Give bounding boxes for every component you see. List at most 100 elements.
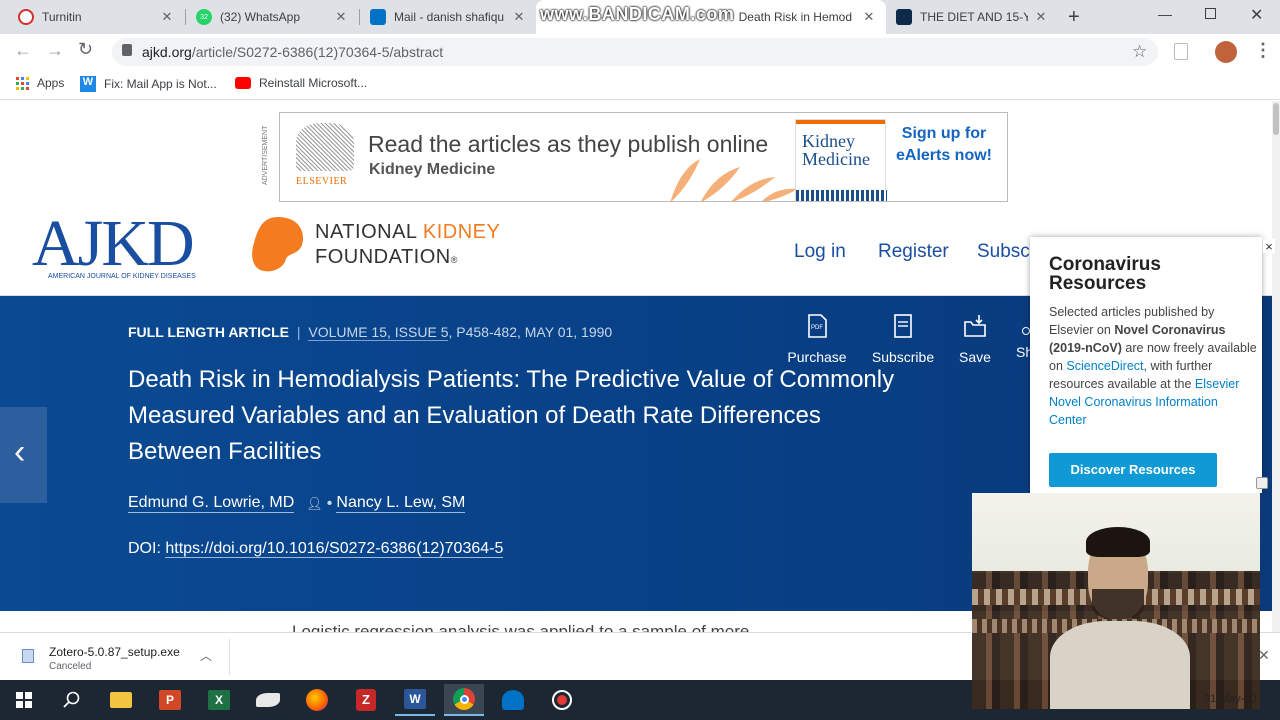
outlook-icon[interactable] bbox=[493, 684, 533, 716]
url-host: ajkd.org bbox=[142, 44, 192, 60]
avatar[interactable] bbox=[1215, 41, 1237, 63]
whatsapp-icon: 32 bbox=[196, 9, 212, 25]
popup-close-icon[interactable]: × bbox=[1263, 239, 1275, 254]
action-label: Save bbox=[959, 349, 991, 365]
nkf-line1: NATIONAL KIDNEY bbox=[315, 221, 500, 244]
address-bar[interactable]: ajkd.org/article/S0272-6386(12)70364-5/a… bbox=[112, 38, 1158, 66]
author-link[interactable]: Nancy L. Lew, SM bbox=[336, 494, 466, 513]
doi-line: DOI: https://doi.org/10.1016/S0272-6386(… bbox=[128, 540, 504, 558]
register-link[interactable]: Register bbox=[878, 241, 949, 263]
bookmark-apps[interactable]: Apps bbox=[16, 76, 64, 90]
ajkd-logo-sub: AMERICAN JOURNAL OF KIDNEY DISEASES bbox=[48, 273, 196, 280]
subscribe-button[interactable]: Subscribe bbox=[870, 314, 936, 365]
bookmark-star-icon[interactable]: ☆ bbox=[1132, 42, 1147, 62]
tab-diet[interactable]: THE DIET AND 15-YE ✕ bbox=[886, 0, 1058, 34]
ad-journal: Kidney Medicine bbox=[369, 161, 496, 178]
leaf-decoration-icon bbox=[670, 159, 798, 201]
discover-resources-button[interactable]: Discover Resources bbox=[1049, 453, 1217, 487]
lock-icon bbox=[122, 44, 132, 56]
new-tab-icon[interactable]: + bbox=[1068, 6, 1080, 29]
scroll-thumb[interactable] bbox=[1273, 103, 1279, 135]
minimize-icon[interactable]: — bbox=[1158, 6, 1172, 22]
app-eagle-icon[interactable] bbox=[248, 684, 288, 716]
nkf-line2: FOUNDATION® bbox=[315, 246, 458, 269]
ad-label: ADVERTISEMENT bbox=[262, 125, 269, 185]
action-label: Subscribe bbox=[871, 349, 935, 365]
save-button[interactable]: Save bbox=[954, 314, 996, 365]
reader-icon[interactable] bbox=[1174, 43, 1188, 60]
turnitin-icon bbox=[18, 9, 34, 25]
article-type: FULL LENGTH ARTICLE bbox=[128, 324, 289, 340]
forward-icon[interactable]: → bbox=[46, 40, 64, 61]
app-z-icon[interactable]: Z bbox=[346, 684, 386, 716]
powerpoint-icon[interactable]: P bbox=[150, 684, 190, 716]
svg-text:PDF: PDF bbox=[811, 325, 823, 331]
tab-mail[interactable]: Mail - danish shafiqu ✕ bbox=[360, 0, 536, 34]
volume-link[interactable]: VOLUME 15, ISSUE 5 bbox=[308, 324, 449, 341]
close-icon[interactable]: ✕ bbox=[160, 9, 174, 25]
tab-turnitin[interactable]: Turnitin ✕ bbox=[8, 0, 184, 34]
doi-link[interactable]: https://doi.org/10.1016/S0272-6386(12)70… bbox=[165, 540, 504, 558]
close-icon[interactable]: ✕ bbox=[1034, 9, 1048, 25]
bookmark-label: Apps bbox=[37, 76, 65, 90]
popup-body: Selected articles published by Elsevier … bbox=[1049, 303, 1257, 429]
close-icon[interactable]: ✕ bbox=[862, 9, 876, 25]
nkf-kidney-icon bbox=[252, 217, 303, 272]
subscribe-link[interactable]: Subscr bbox=[977, 241, 1036, 263]
apps-grid-icon bbox=[16, 76, 29, 90]
word-icon[interactable]: W bbox=[395, 684, 435, 716]
journal-icon bbox=[896, 9, 912, 25]
pdf-icon: PDF bbox=[808, 314, 827, 338]
ad-cta[interactable]: Sign up for eAlerts now! bbox=[894, 123, 994, 167]
tab-strip: Turnitin ✕ 32 (32) WhatsApp ✕ Mail - dan… bbox=[0, 0, 1280, 34]
start-icon[interactable] bbox=[4, 684, 44, 716]
restore-icon[interactable] bbox=[1205, 8, 1216, 19]
sciencedirect-link[interactable]: ScienceDirect bbox=[1066, 359, 1143, 373]
pages-date: , P458-482, MAY 01, 1990 bbox=[448, 324, 613, 340]
nkf-reg: ® bbox=[450, 255, 458, 265]
bookmark-reinstall[interactable]: Reinstall Microsoft... bbox=[235, 76, 367, 90]
login-link[interactable]: Log in bbox=[794, 241, 846, 263]
elsevier-tree-icon bbox=[296, 123, 354, 171]
close-icon[interactable]: ✕ bbox=[334, 9, 348, 25]
article-meta: FULL LENGTH ARTICLE | VOLUME 15, ISSUE 5… bbox=[128, 324, 613, 341]
chevron-up-icon[interactable]: ︿ bbox=[200, 647, 212, 664]
person-icon: 👤︎ bbox=[306, 495, 323, 511]
tab-whatsapp[interactable]: 32 (32) WhatsApp ✕ bbox=[186, 0, 358, 34]
ad-banner[interactable]: ELSEVIER Read the articles as they publi… bbox=[279, 112, 1008, 202]
bookmark-fix-mail[interactable]: W Fix: Mail App is Not... bbox=[80, 76, 217, 92]
menu-icon[interactable]: ⋮ bbox=[1254, 40, 1272, 61]
chevron-left-icon: ‹ bbox=[14, 433, 26, 471]
author-link[interactable]: Edmund G. Lowrie, MD bbox=[128, 494, 295, 513]
nkf-kidney: KIDNEY bbox=[422, 221, 501, 243]
search-icon[interactable] bbox=[52, 684, 92, 716]
abstract-text: Logistic regression analysis was applied… bbox=[292, 622, 750, 632]
nkf-foundation: FOUNDATION bbox=[315, 246, 451, 268]
meta-sep: | bbox=[296, 324, 301, 340]
chrome-icon[interactable] bbox=[444, 684, 484, 716]
back-icon[interactable]: ← bbox=[14, 40, 32, 61]
tab-title: Mail - danish shafiqu bbox=[394, 10, 505, 24]
firefox-icon[interactable] bbox=[297, 684, 337, 716]
ajkd-logo[interactable]: AJKD bbox=[32, 211, 195, 277]
prev-article-button[interactable]: ‹ bbox=[0, 407, 47, 503]
w-icon: W bbox=[80, 76, 96, 92]
tab-title: Turnitin bbox=[42, 10, 82, 24]
download-filename[interactable]: Zotero-5.0.87_setup.exe bbox=[49, 645, 180, 659]
installer-icon bbox=[22, 649, 34, 663]
excel-icon[interactable]: X bbox=[199, 684, 239, 716]
file-explorer-icon[interactable] bbox=[101, 684, 141, 716]
nkf-national: NATIONAL bbox=[315, 221, 423, 243]
clock-text: 31-May-20 bbox=[1204, 693, 1257, 705]
window-close-icon[interactable]: ✕ bbox=[1250, 5, 1263, 25]
record-icon[interactable] bbox=[542, 684, 582, 716]
adchoices-icon[interactable] bbox=[1256, 477, 1268, 489]
close-icon[interactable]: ✕ bbox=[512, 9, 526, 25]
purchase-button[interactable]: PDF Purchase bbox=[786, 314, 848, 365]
action-label: Purchase bbox=[787, 349, 847, 365]
save-icon bbox=[964, 315, 986, 337]
reload-icon[interactable]: ↻ bbox=[78, 39, 93, 60]
journal-icon bbox=[894, 314, 912, 338]
person-shirt bbox=[1050, 621, 1190, 709]
page-scrollbar[interactable] bbox=[1272, 101, 1280, 632]
